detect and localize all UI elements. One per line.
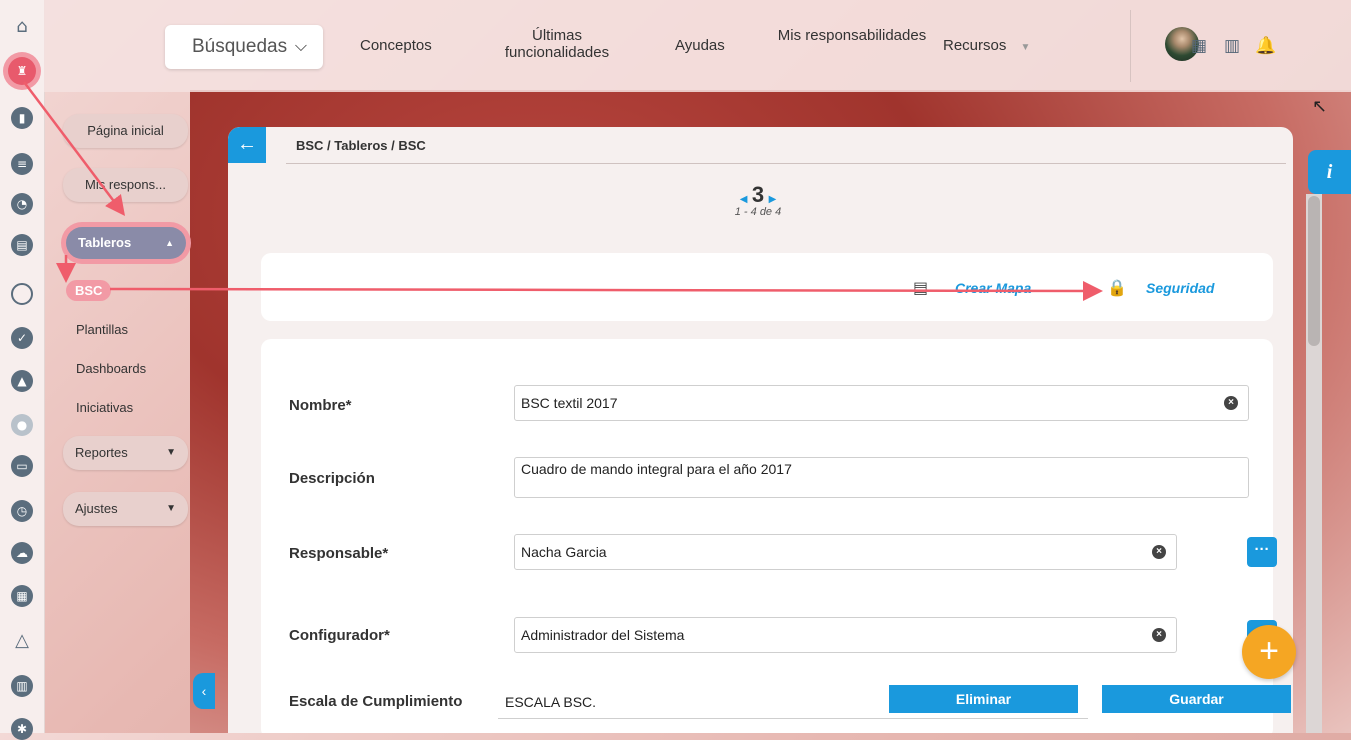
caret-down-icon: ▼ <box>1020 42 1031 53</box>
caret-down-icon: ▼ <box>166 447 176 458</box>
main-card: ← BSC / Tableros / BSC ◀ 3 ▶ 1 - 4 de 4 … <box>228 127 1293 733</box>
responsable-label: Responsable* <box>289 545 389 562</box>
clear-icon[interactable]: × <box>1152 545 1166 559</box>
tower-icon[interactable]: ♜ <box>8 57 36 85</box>
menu-reportes[interactable]: Reportes ▼ <box>63 436 188 470</box>
top-bar: Búsquedas ⌵ Conceptos Últimas funcionali… <box>44 0 1351 92</box>
responsable-field[interactable]: Nacha Garcia × <box>514 534 1177 570</box>
bar-chart-icon[interactable]: ▮ <box>11 107 33 129</box>
prev-record-icon[interactable]: ◀ <box>740 194 748 205</box>
menu-reportes-label: Reportes <box>75 445 128 460</box>
warning-icon[interactable]: ▲ <box>11 370 33 392</box>
configurador-label: Configurador* <box>289 627 390 644</box>
record-pager: ◀ 3 ▶ 1 - 4 de 4 <box>728 182 788 218</box>
configurador-value: Administrador del Sistema <box>521 627 685 643</box>
calendar-icon[interactable]: ▦ <box>11 585 33 607</box>
breadcrumb: BSC / Tableros / BSC <box>296 138 426 153</box>
escala-value: ESCALA BSC. <box>505 694 597 710</box>
calculator-icon[interactable]: ▥ <box>11 675 33 697</box>
nav-recursos-label: Recursos <box>943 37 1007 54</box>
nav-ayudas[interactable]: Ayudas <box>675 37 725 54</box>
descripcion-label: Descripción <box>289 470 375 487</box>
current-record-number: 3 <box>751 182 765 207</box>
info-tab[interactable]: i <box>1308 150 1351 194</box>
submenu-bsc[interactable]: BSC <box>66 280 112 301</box>
clear-icon[interactable]: × <box>1224 396 1238 410</box>
actions-bar: ▤ Crear Mapa 🔒 Seguridad <box>261 253 1273 321</box>
lock-icon[interactable]: 🔒 <box>1107 278 1127 297</box>
map-document-icon[interactable]: ▤ <box>913 278 928 297</box>
guardar-button[interactable]: Guardar <box>1102 685 1291 713</box>
descripcion-field[interactable]: Cuadro de mando integral para el año 201… <box>514 457 1249 498</box>
chevron-down-icon: ⌵ <box>294 38 307 55</box>
search-dropdown[interactable]: Búsquedas ⌵ <box>165 25 323 69</box>
bell-icon[interactable]: 🔔 <box>1255 36 1276 56</box>
home-icon[interactable]: ⌂ <box>11 16 33 38</box>
cloud-icon[interactable]: ☁ <box>11 542 33 564</box>
configurador-field[interactable]: Administrador del Sistema × <box>514 617 1177 653</box>
record-count: 1 - 4 de 4 <box>734 206 782 218</box>
collapse-menu-button[interactable]: ‹ <box>193 673 215 709</box>
menu-ajustes[interactable]: Ajustes ▼ <box>63 492 188 526</box>
nombre-value: BSC textil 2017 <box>521 395 618 411</box>
list-icon[interactable]: ≡ <box>11 153 33 175</box>
clear-icon[interactable]: × <box>1152 628 1166 642</box>
search-label: Búsquedas <box>192 36 288 57</box>
bsc-form: Nombre* BSC textil 2017 × Descripción Cu… <box>261 339 1291 733</box>
back-button[interactable]: ← <box>228 127 266 163</box>
calendar-icon[interactable]: ▦ <box>1191 36 1207 56</box>
nav-conceptos[interactable]: Conceptos <box>360 37 432 54</box>
scrollbar-thumb[interactable] <box>1308 196 1320 346</box>
crear-mapa-link[interactable]: Crear Mapa <box>955 280 1031 296</box>
menu-pagina-inicial[interactable]: Página inicial <box>63 114 188 148</box>
document-icon[interactable]: ▤ <box>11 234 33 256</box>
submenu-plantillas[interactable]: Plantillas <box>76 322 128 337</box>
pie-chart-icon[interactable]: ◔ <box>11 193 33 215</box>
escala-label: Escala de Cumplimiento <box>289 693 463 710</box>
menu-tableros-label: Tableros <box>78 235 132 250</box>
menu-tableros[interactable]: Tableros ▲ <box>66 227 186 259</box>
clock-icon[interactable]: ◷ <box>11 500 33 522</box>
menu-mis-responsabilidades[interactable]: Mis respons... <box>63 168 188 202</box>
settings-icon[interactable]: ✱ <box>11 718 33 740</box>
escala-underline <box>498 718 1088 719</box>
submenu-iniciativas[interactable]: Iniciativas <box>76 400 133 415</box>
icon-rail: ⌂ ♜ ▮ ≡ ◔ ▤ ✓ ▲ ● ▭ ◷ ☁ ▦ △ ▥ ✱ <box>0 0 45 740</box>
mouse-cursor-icon: ↖ <box>1312 96 1328 117</box>
nombre-field[interactable]: BSC textil 2017 × <box>514 385 1249 421</box>
add-fab-button[interactable]: + <box>1242 625 1296 679</box>
nombre-label: Nombre* <box>289 397 352 414</box>
nav-ultimas-funcionalidades[interactable]: Últimas funcionalidades <box>492 27 622 61</box>
presentation-icon[interactable]: ▭ <box>11 455 33 477</box>
nav-recursos[interactable]: Recursos ▼ <box>943 37 1030 56</box>
responsable-lookup-button[interactable]: ··· <box>1247 537 1277 567</box>
check-icon[interactable]: ✓ <box>11 327 33 349</box>
topbar-divider <box>1130 10 1131 82</box>
breadcrumb-divider <box>286 163 1286 164</box>
responsable-value: Nacha Garcia <box>521 544 607 560</box>
eliminar-button[interactable]: Eliminar <box>889 685 1078 713</box>
map-icon[interactable]: ▥ <box>1224 36 1240 56</box>
next-record-icon[interactable]: ▶ <box>769 194 777 205</box>
cycle-icon[interactable] <box>11 283 33 305</box>
caret-down-icon: ▼ <box>166 503 176 514</box>
nav-mis-responsabilidades[interactable]: Mis responsabilidades <box>772 27 932 44</box>
network-icon[interactable]: △ <box>11 630 33 652</box>
submenu-dashboards[interactable]: Dashboards <box>76 361 146 376</box>
seguridad-link[interactable]: Seguridad <box>1146 280 1214 296</box>
caret-up-icon: ▲ <box>165 238 174 248</box>
chat-icon[interactable]: ● <box>11 414 33 436</box>
menu-ajustes-label: Ajustes <box>75 501 118 516</box>
